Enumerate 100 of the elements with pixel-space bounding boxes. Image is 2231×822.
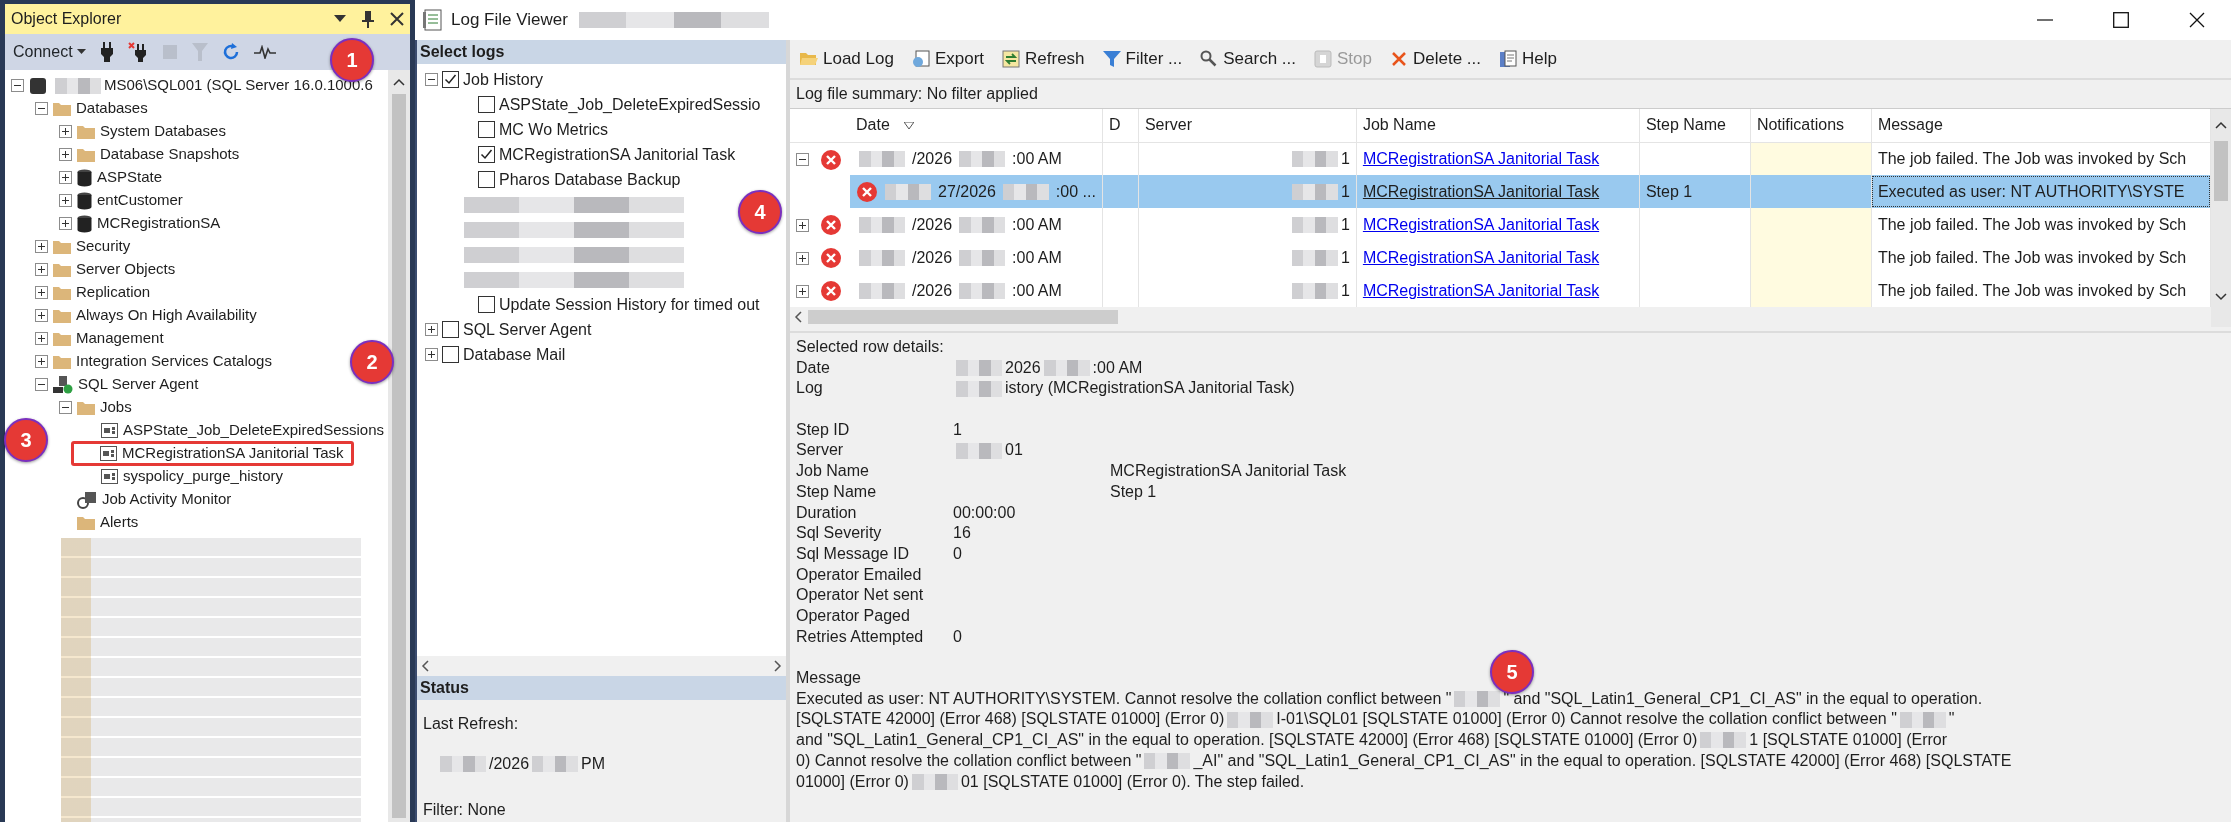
tree-item[interactable]: Database Snapshots	[100, 143, 240, 166]
toolbar-button[interactable]: Help	[1497, 44, 1559, 74]
expand-icon[interactable]	[59, 194, 72, 207]
column-header[interactable]: Server	[1144, 116, 1192, 134]
scroll-left-icon[interactable]	[421, 660, 429, 672]
tree-item[interactable]: ASPState_Job_DeleteExpiredSessions	[123, 419, 384, 442]
tree-item[interactable]: Management	[76, 327, 164, 350]
scroll-thumb[interactable]	[392, 94, 406, 818]
tree-item[interactable]: Server Objects	[76, 258, 176, 281]
scroll-up-icon[interactable]	[2215, 121, 2227, 129]
expand-icon[interactable]	[796, 251, 809, 265]
expand-icon[interactable]	[59, 125, 72, 138]
tree-item[interactable]: Databases	[76, 97, 148, 120]
checkbox[interactable]	[442, 321, 459, 338]
tree-item[interactable]: Job Activity Monitor	[102, 488, 232, 511]
collapse-icon[interactable]	[35, 378, 48, 391]
log-item[interactable]: MCRegistrationSA Janitorial Task	[499, 142, 736, 167]
scroll-up-icon[interactable]	[393, 78, 405, 86]
dropdown-icon[interactable]	[334, 15, 346, 23]
tree-item[interactable]: Always On High Availability	[76, 304, 257, 327]
disconnect-icon[interactable]	[127, 42, 148, 62]
toolbar-button[interactable]: Export	[909, 44, 987, 74]
checkbox[interactable]	[478, 146, 495, 163]
expand-icon[interactable]	[35, 332, 48, 345]
expand-icon[interactable]	[59, 217, 72, 230]
expand-icon[interactable]	[425, 348, 438, 361]
scroll-right-icon[interactable]	[774, 660, 782, 672]
expand-icon[interactable]	[35, 286, 48, 299]
checkbox[interactable]	[442, 71, 459, 88]
scrollbar[interactable]	[388, 70, 410, 822]
expand-icon[interactable]	[59, 148, 72, 161]
plug-icon[interactable]	[99, 42, 114, 62]
collapse-icon[interactable]	[796, 153, 809, 166]
tree-item[interactable]: entCustomer	[97, 189, 183, 212]
tree-item[interactable]: Security	[76, 235, 131, 258]
scroll-down-icon[interactable]	[2215, 293, 2227, 301]
pin-icon[interactable]	[362, 10, 374, 28]
date-cell-text: /2026	[912, 247, 953, 268]
toolbar-button[interactable]: Refresh	[1000, 44, 1087, 74]
log-item[interactable]: SQL Server Agent	[463, 317, 592, 342]
log-item[interactable]: Job History	[463, 67, 544, 92]
expand-icon[interactable]	[796, 218, 809, 232]
log-item[interactable]: Database Mail	[463, 342, 566, 367]
collapse-icon[interactable]	[59, 401, 72, 414]
scroll-left-icon[interactable]	[794, 311, 802, 323]
connect-button[interactable]: Connect	[13, 40, 86, 64]
sort-icon[interactable]	[903, 122, 914, 130]
toolbar-button[interactable]: Delete ...	[1388, 44, 1484, 74]
column-header[interactable]: Job Name	[1362, 116, 1436, 134]
expand-icon[interactable]	[35, 240, 48, 253]
job-link[interactable]: MCRegistrationSA Janitorial Task	[1362, 248, 1600, 266]
refresh-icon[interactable]	[221, 43, 240, 61]
log-item[interactable]: Update Session History for timed out	[499, 292, 760, 317]
expand-icon[interactable]	[796, 284, 809, 298]
collapse-icon[interactable]	[35, 102, 48, 115]
column-header[interactable]: D	[1108, 116, 1121, 134]
server-cell-text: 1	[1340, 214, 1350, 235]
expand-icon[interactable]	[59, 171, 72, 184]
log-item[interactable]: ASPState_Job_DeleteExpiredSessio	[499, 92, 761, 117]
expand-icon[interactable]	[425, 323, 438, 336]
toolbar-button[interactable]: Search ...	[1198, 44, 1298, 74]
column-header[interactable]: Notifications	[1756, 116, 1845, 134]
tree-item[interactable]: ASPState	[97, 166, 163, 189]
activity-icon[interactable]	[253, 45, 276, 59]
close-icon[interactable]	[390, 12, 404, 26]
field-label: Step Name	[796, 481, 878, 502]
tree-item[interactable]: MCRegistrationSA Janitorial Task	[122, 442, 344, 465]
expand-icon[interactable]	[35, 355, 48, 368]
tree-item[interactable]: syspolicy_purge_history	[123, 465, 284, 488]
tree-item[interactable]: SQL Server Agent	[78, 373, 199, 396]
toolbar-button[interactable]: Load Log	[798, 44, 896, 74]
log-item[interactable]: MC Wo Metrics	[499, 117, 609, 142]
expand-icon[interactable]	[35, 263, 48, 276]
tree-item[interactable]: System Databases	[100, 120, 226, 143]
job-link[interactable]: MCRegistrationSA Janitorial Task	[1362, 215, 1600, 233]
tree-item[interactable]: Replication	[76, 281, 151, 304]
toolbar-button[interactable]: Filter ...	[1100, 44, 1185, 74]
scrollbar[interactable]	[417, 656, 786, 676]
tree-item[interactable]: Jobs	[100, 396, 132, 419]
scroll-thumb[interactable]	[2214, 141, 2228, 201]
checkbox[interactable]	[478, 171, 495, 188]
job-link[interactable]: MCRegistrationSA Janitorial Task	[1362, 149, 1600, 167]
collapse-icon[interactable]	[11, 79, 24, 92]
tree-item[interactable]: Alerts	[100, 511, 139, 534]
checkbox[interactable]	[478, 96, 495, 113]
checkbox[interactable]	[442, 346, 459, 363]
column-header[interactable]: Message	[1877, 116, 1943, 134]
log-item[interactable]: Pharos Database Backup	[499, 167, 681, 192]
scrollbar[interactable]	[790, 307, 2211, 327]
collapse-icon[interactable]	[425, 73, 438, 86]
tree-item[interactable]: MCRegistrationSA	[97, 212, 221, 235]
checkbox[interactable]	[478, 121, 495, 138]
column-header[interactable]: Date	[856, 116, 890, 134]
column-header[interactable]: Step Name	[1645, 116, 1726, 134]
scroll-thumb[interactable]	[808, 310, 1118, 324]
tree-item[interactable]: Integration Services Catalogs	[76, 350, 272, 373]
expand-icon[interactable]	[35, 309, 48, 322]
checkbox[interactable]	[478, 296, 495, 313]
scrollbar[interactable]	[2211, 109, 2231, 327]
job-link[interactable]: MCRegistrationSA Janitorial Task	[1362, 281, 1600, 299]
